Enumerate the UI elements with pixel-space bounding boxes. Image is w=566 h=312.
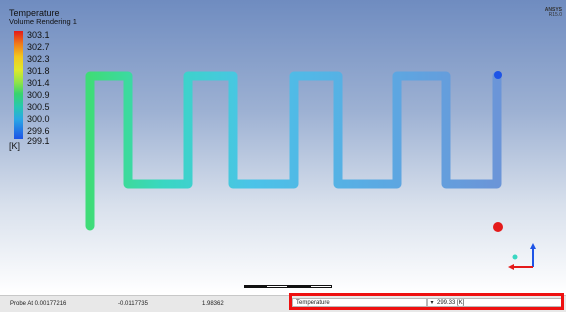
scale-bar-segment bbox=[310, 285, 332, 288]
probe-location-x: Probe At 0.00177216 bbox=[10, 301, 67, 307]
probe-location-z: 1.98362 bbox=[202, 301, 224, 307]
scale-bar-segment bbox=[244, 285, 266, 288]
inlet-marker bbox=[493, 222, 503, 232]
pipe-temperature-render bbox=[85, 71, 503, 232]
scale-bar bbox=[244, 280, 344, 292]
scale-bar-segment bbox=[266, 285, 288, 288]
scale-bar-segment bbox=[288, 285, 310, 288]
viewport[interactable]: Temperature Volume Rendering 1 303.1 302… bbox=[0, 0, 566, 293]
axis-triad-icon bbox=[508, 243, 536, 270]
highlight-box bbox=[289, 293, 564, 310]
probe-location-y: -0.0117735 bbox=[118, 301, 148, 307]
outlet-marker bbox=[494, 71, 502, 79]
